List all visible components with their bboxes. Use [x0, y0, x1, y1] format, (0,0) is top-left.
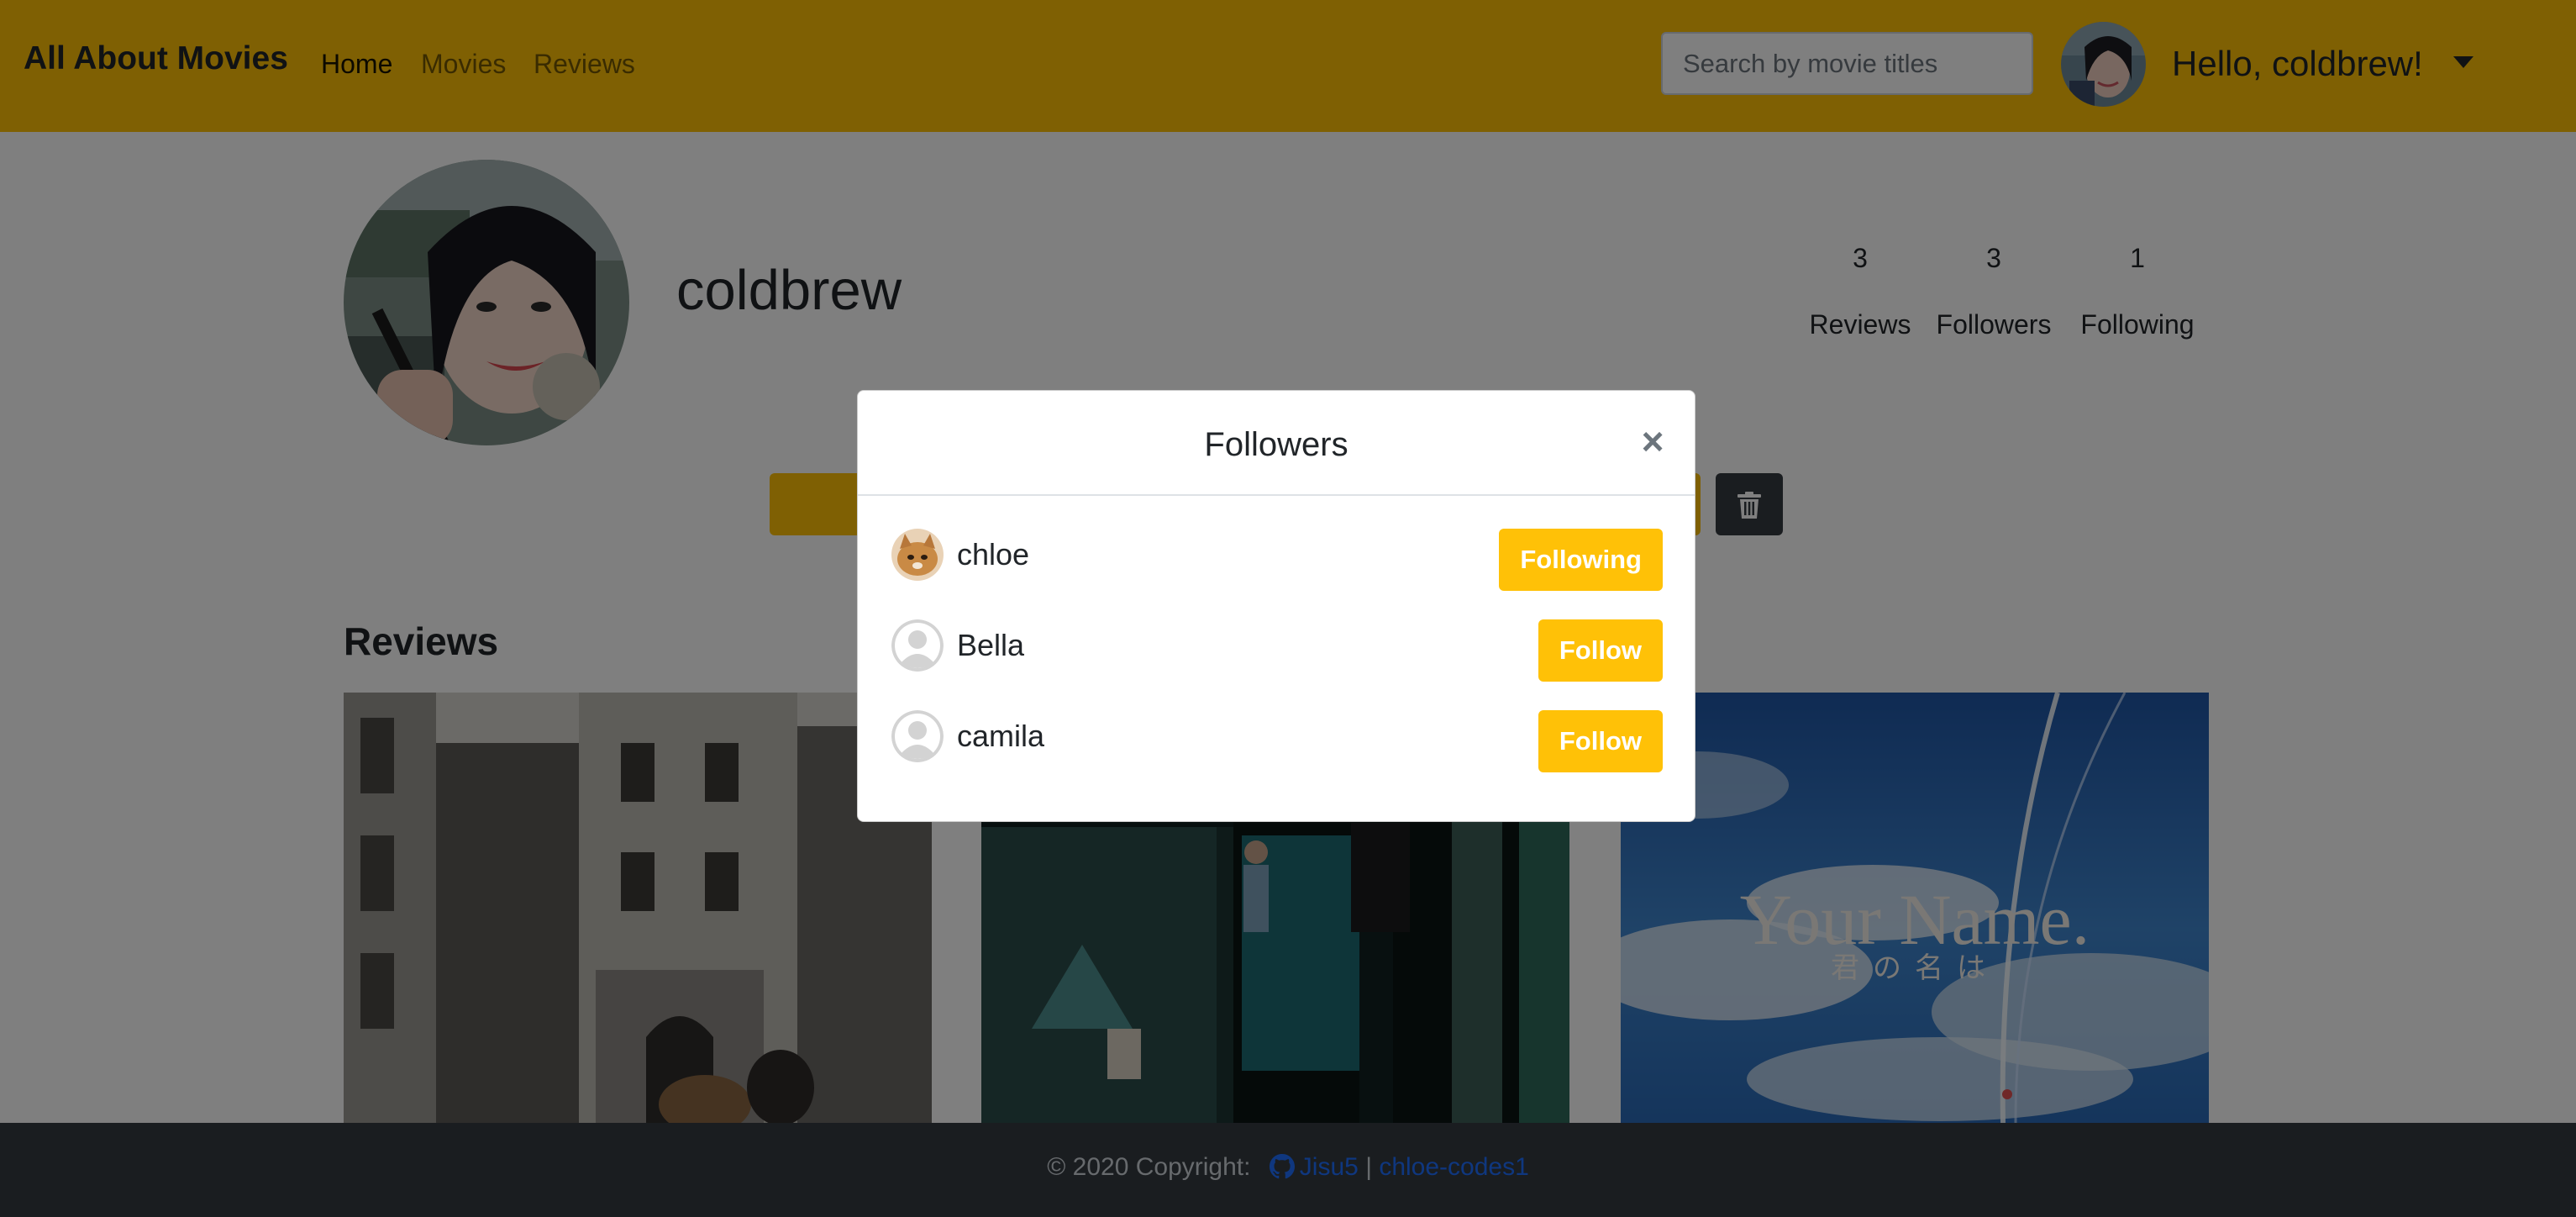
followers-modal: Followers × chloe Following Bella Follow…	[857, 390, 1695, 822]
follower-name-bella[interactable]: Bella	[957, 628, 1024, 663]
follow-button-bella[interactable]: Follow	[1538, 619, 1663, 682]
default-user-icon	[891, 619, 944, 672]
follower-avatar-chloe	[891, 529, 944, 581]
list-item: camila Follow	[891, 703, 1663, 772]
default-user-icon	[891, 710, 944, 762]
modal-title: Followers	[1204, 426, 1348, 463]
following-button-chloe[interactable]: Following	[1499, 529, 1663, 591]
modal-header: Followers ×	[858, 391, 1695, 496]
close-icon[interactable]: ×	[1632, 421, 1673, 461]
list-item: chloe Following	[891, 522, 1663, 591]
list-item: Bella Follow	[891, 613, 1663, 682]
follower-name-chloe[interactable]: chloe	[957, 537, 1029, 572]
follower-name-camila[interactable]: camila	[957, 719, 1044, 754]
follow-button-camila[interactable]: Follow	[1538, 710, 1663, 772]
